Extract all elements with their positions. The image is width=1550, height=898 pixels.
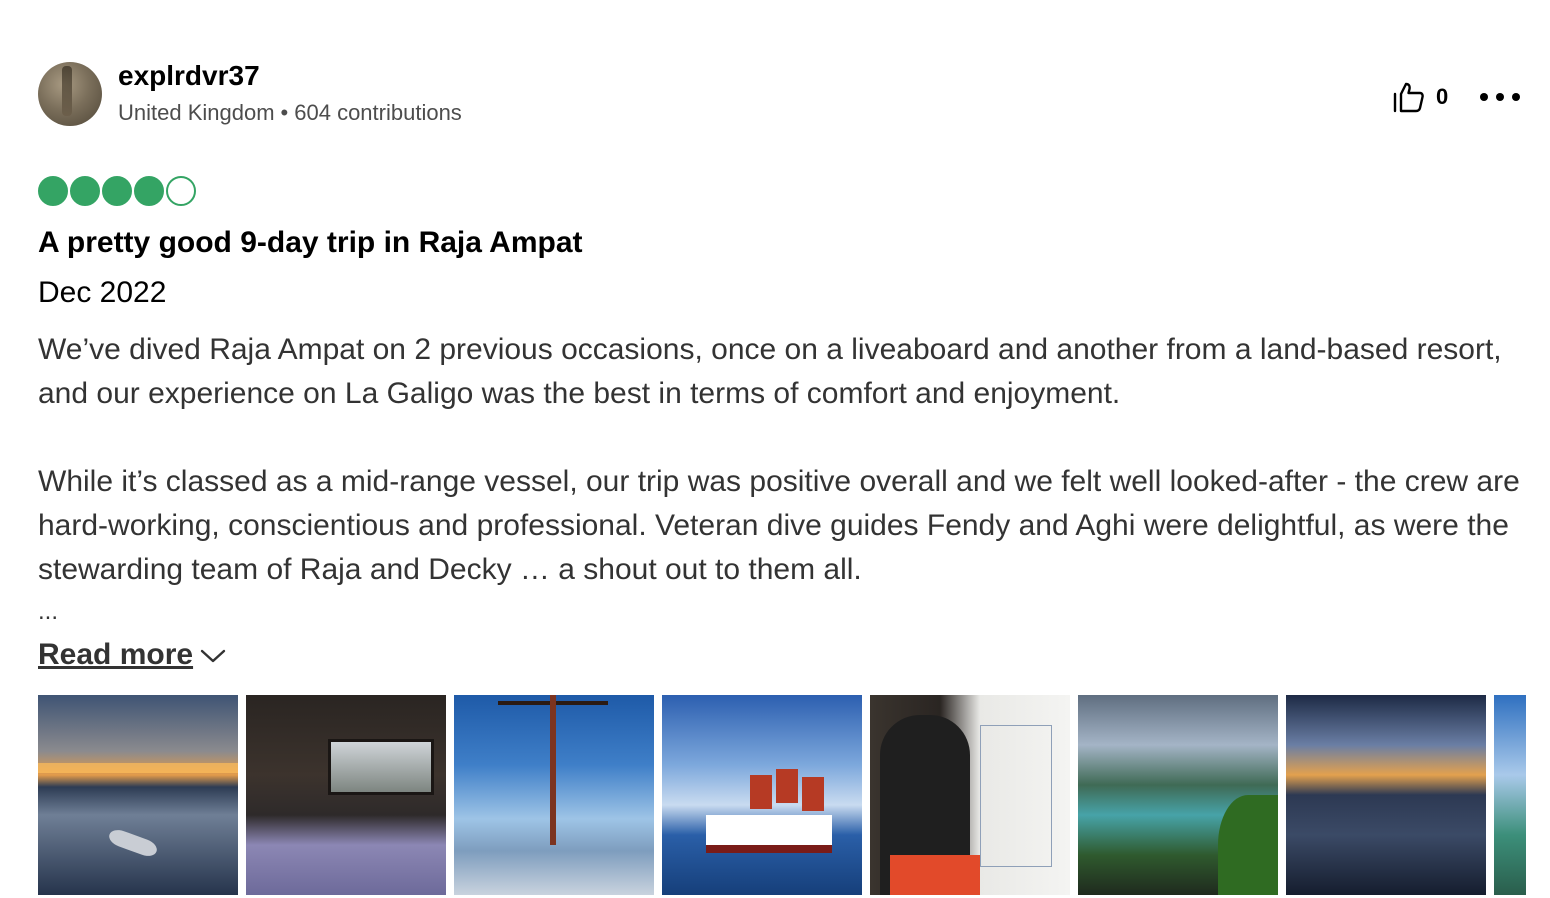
review-photo[interactable] [38, 695, 238, 895]
ship-hull [706, 815, 832, 853]
review-photo[interactable] [246, 695, 446, 895]
avatar-figure [62, 66, 72, 116]
read-more-button[interactable]: Read more [38, 638, 227, 672]
review-title[interactable]: A pretty good 9-day trip in Raja Ampat [38, 226, 583, 260]
dot [1512, 93, 1520, 101]
whiteboard [980, 725, 1052, 867]
palm-tree [1218, 795, 1278, 895]
rating-bubble-filled [70, 176, 100, 206]
dot [1480, 93, 1488, 101]
review-photo-strip [38, 695, 1526, 895]
helpful-vote-button[interactable]: 0 [1392, 80, 1448, 114]
review-photo[interactable] [1494, 695, 1526, 895]
truncation-ellipsis: ... [38, 598, 59, 625]
sail [802, 777, 824, 811]
reviewer-meta: United Kingdom • 604 contributions [118, 100, 462, 126]
read-more-label: Read more [38, 638, 194, 671]
review-paragraph: We’ve dived Raja Ampat on 2 previous occ… [38, 333, 1502, 410]
review-date: Dec 2022 [38, 276, 167, 309]
review-body: We’ve dived Raja Ampat on 2 previous occ… [38, 328, 1528, 592]
review-photo[interactable] [454, 695, 654, 895]
rating-bubble-filled [102, 176, 132, 206]
helpful-count: 0 [1436, 84, 1449, 109]
review-photo[interactable] [1286, 695, 1486, 895]
dot [1496, 93, 1504, 101]
shorts [890, 855, 980, 895]
review-photo[interactable] [662, 695, 862, 895]
sail [776, 769, 798, 803]
review-paragraph: While it’s classed as a mid-range vessel… [38, 465, 1520, 586]
cabin-window [328, 739, 434, 795]
boat-shape [106, 826, 160, 860]
rating-bubble-empty [166, 176, 196, 206]
avatar[interactable] [38, 62, 102, 126]
sail [750, 775, 772, 809]
reviewer-username[interactable]: explrdvr37 [118, 60, 260, 92]
reviewer-contributions: 604 contributions [294, 100, 462, 125]
mast [550, 695, 556, 845]
rating-bubble-filled [38, 176, 68, 206]
chevron-down-icon [200, 649, 226, 663]
review-photo[interactable] [1078, 695, 1278, 895]
sunset-glow [38, 763, 238, 773]
more-options-icon[interactable] [1480, 84, 1520, 110]
review-photo[interactable] [870, 695, 1070, 895]
meta-separator: • [280, 100, 289, 125]
rating-bubble-filled [134, 176, 164, 206]
reviewer-location: United Kingdom [118, 100, 275, 125]
rating-bubbles [38, 176, 196, 206]
thumbs-up-icon [1393, 82, 1424, 113]
